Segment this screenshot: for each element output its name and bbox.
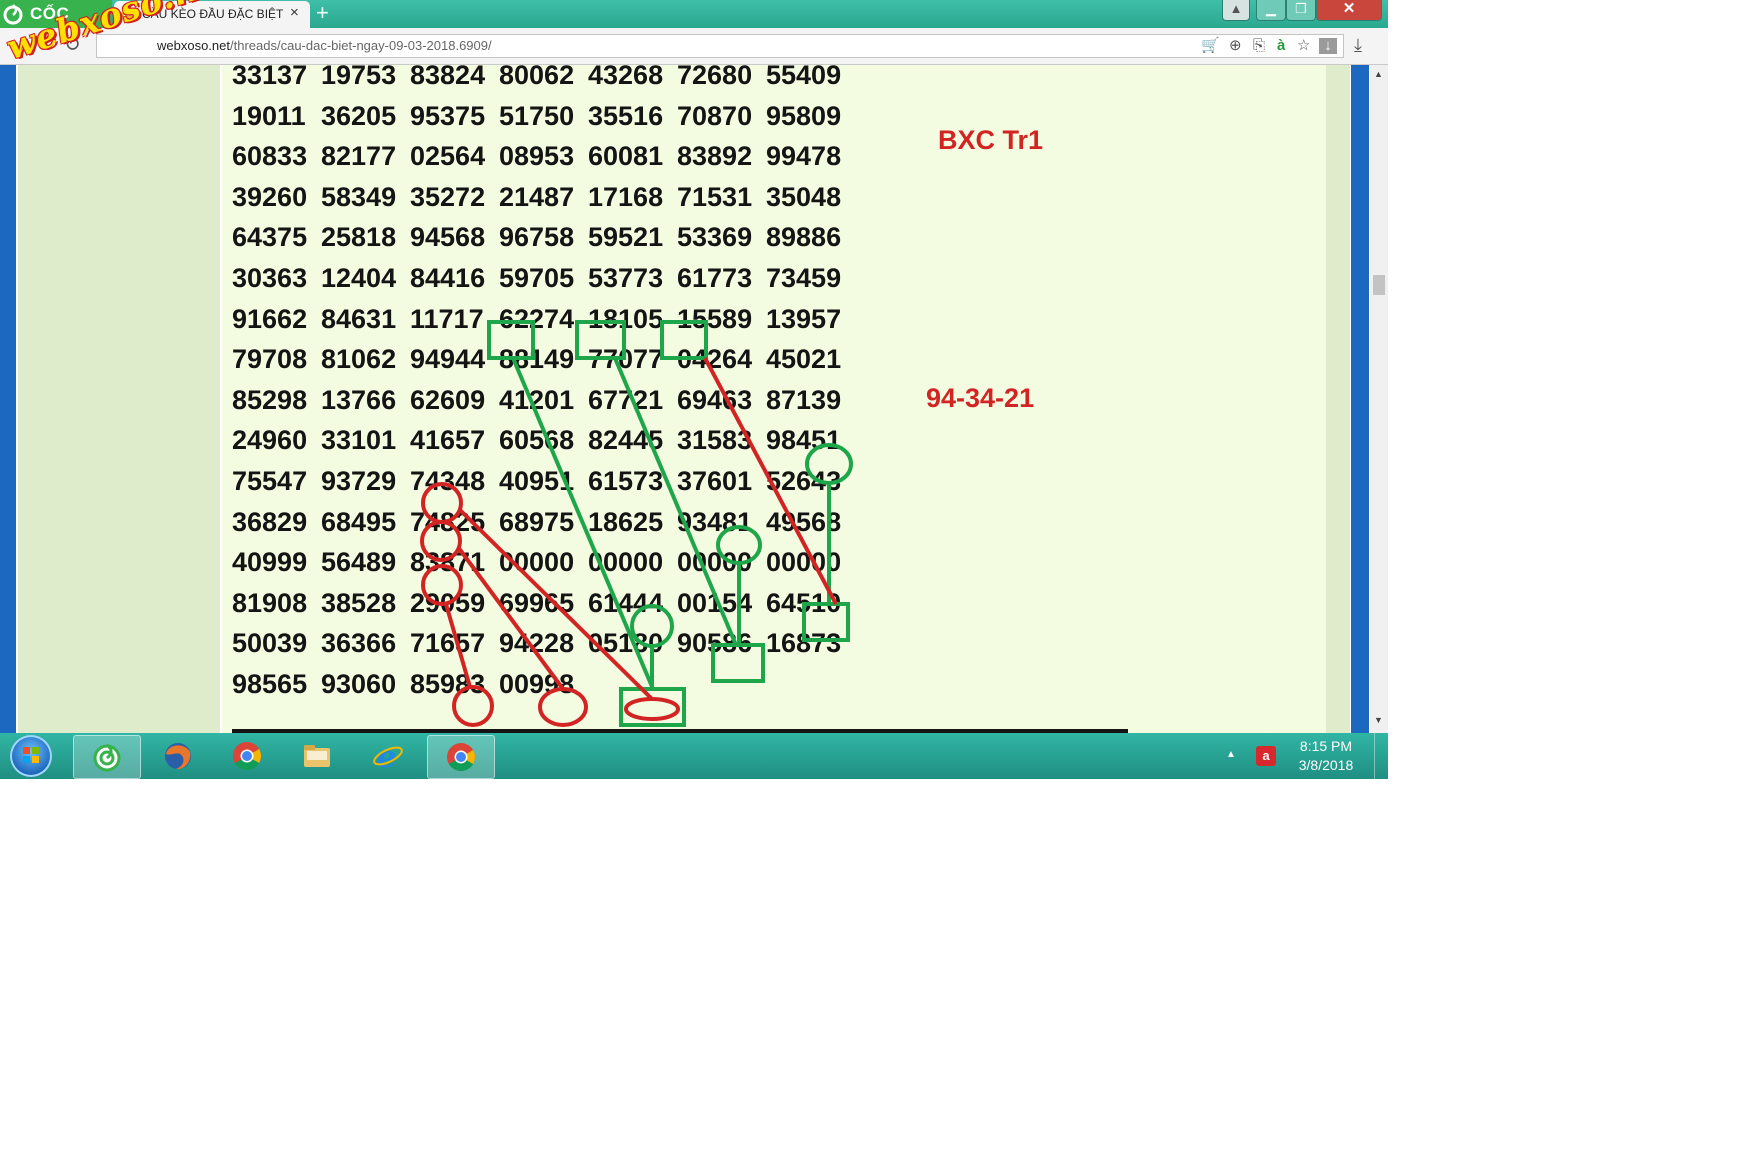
url-text: webxoso.net/threads/cau-dac-biet-ngay-09… xyxy=(157,38,492,53)
dictionary-icon[interactable]: à xyxy=(1277,38,1285,54)
green-box xyxy=(575,320,626,360)
cart-icon[interactable]: 🛒 xyxy=(1201,38,1220,54)
new-tab-button[interactable]: + xyxy=(316,2,329,24)
folder-icon xyxy=(304,745,330,767)
green-line xyxy=(511,357,655,690)
taskbar-app-chrome[interactable] xyxy=(214,735,280,777)
green-box xyxy=(802,602,850,642)
green-circle xyxy=(805,443,853,485)
hand-drawn-annotations xyxy=(420,320,853,727)
green-box xyxy=(711,643,765,683)
user-icon[interactable]: ▲ xyxy=(1222,0,1250,21)
green-box xyxy=(487,320,535,360)
web-page: ▲ ▼ 33137 19753 83824 80062 43268 72680 55409 1… xyxy=(0,60,1388,733)
close-icon[interactable]: × xyxy=(290,4,299,21)
coccoc-logo-icon xyxy=(3,4,23,25)
screenshot: CỐC CỐC XS CẦU KÈO ĐẦU ĐẶC BIỆT × + ▲ ▁ … xyxy=(0,0,1388,779)
red-circle xyxy=(421,564,463,606)
red-line xyxy=(456,545,565,691)
url-path: /threads/cau-dac-biet-ngay-09-03-2018.69… xyxy=(230,38,492,53)
red-annotations xyxy=(420,357,838,727)
coccoc-icon xyxy=(93,743,121,772)
show-desktop-button[interactable] xyxy=(1374,733,1388,779)
browser-tab-bar: CỐC CỐC XS CẦU KÈO ĐẦU ĐẶC BIỆT × + ▲ ▁ … xyxy=(0,0,1388,51)
windows-logo-icon xyxy=(23,747,39,763)
red-circle xyxy=(421,482,463,524)
red-circle xyxy=(624,697,680,721)
taskbar-app-chrome-active[interactable] xyxy=(427,735,495,779)
firefox-icon xyxy=(165,743,191,770)
system-clock[interactable]: 8:15 PM 3/8/2018 xyxy=(1286,737,1366,775)
red-line xyxy=(444,603,472,688)
taskbar-app-firefox[interactable] xyxy=(145,735,211,777)
antivirus-tray-icon[interactable]: a xyxy=(1256,746,1276,766)
taskbar-app-explorer[interactable] xyxy=(284,735,350,777)
taskbar-app-ie[interactable]: e xyxy=(355,735,421,777)
zoom-icon[interactable]: ⊕ xyxy=(1229,38,1242,54)
clock-time: 8:15 PM xyxy=(1299,738,1353,754)
show-hidden-icons-icon[interactable]: ▲ xyxy=(1226,749,1236,760)
start-button[interactable] xyxy=(10,735,52,777)
chrome-icon xyxy=(447,743,475,771)
windows-taskbar: e ▲ a 8:15 PM 3/8/2018 xyxy=(0,733,1388,779)
clock-date: 3/8/2018 xyxy=(1298,757,1354,773)
url-domain: webxoso.net xyxy=(157,38,230,53)
green-box xyxy=(660,320,708,360)
taskbar-app-coccoc[interactable] xyxy=(73,735,141,779)
green-line xyxy=(613,357,738,646)
chrome-icon xyxy=(233,742,261,770)
savior-download-icon[interactable]: ↓ xyxy=(1319,38,1337,54)
red-circle xyxy=(420,520,462,562)
red-circle xyxy=(538,687,588,727)
green-circle xyxy=(716,525,762,565)
restore-button[interactable]: ❐ xyxy=(1286,0,1316,21)
green-circle xyxy=(630,604,674,648)
ie-icon: e xyxy=(373,740,403,772)
red-line xyxy=(458,508,654,701)
close-window-button[interactable]: ✕ xyxy=(1316,0,1382,21)
red-circle xyxy=(452,685,494,727)
download-icon[interactable]: ⤓ xyxy=(1354,34,1362,56)
translate-icon[interactable]: ⎘ xyxy=(1253,38,1265,54)
minimize-button[interactable]: ▁ xyxy=(1256,0,1286,21)
bookmark-star-icon[interactable]: ☆ xyxy=(1297,38,1310,54)
svg-text:e: e xyxy=(377,740,396,772)
